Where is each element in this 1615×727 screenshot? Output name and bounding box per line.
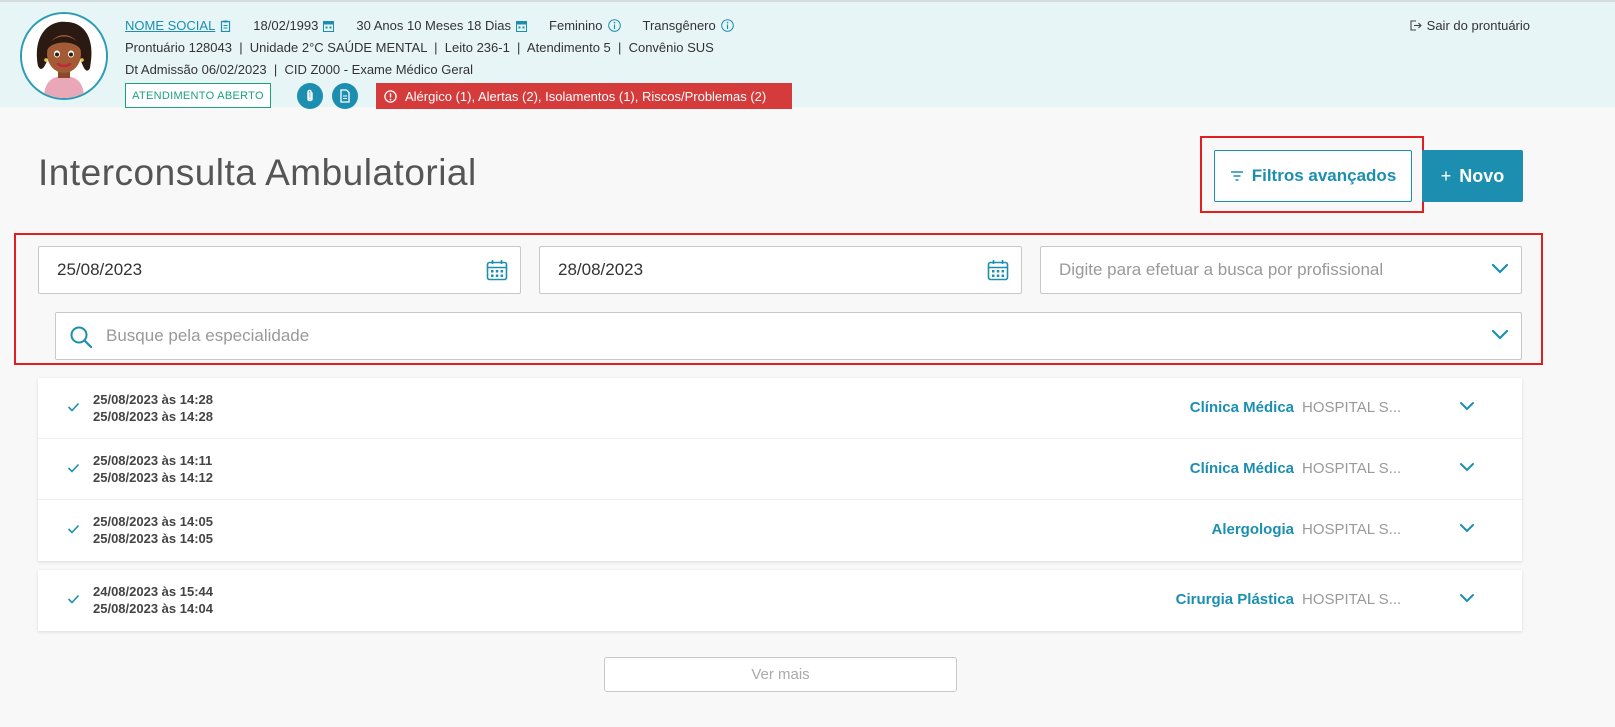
start-datetime: 24/08/2023 às 15:44 <box>93 584 213 599</box>
logout-icon <box>1410 20 1422 31</box>
calendar-icon <box>323 20 335 32</box>
specialty-label: Cirurgia Plástica <box>1175 591 1294 608</box>
calendar-icon[interactable] <box>486 259 508 281</box>
specialty-label: Clínica Médica <box>1189 460 1294 477</box>
calendar-icon[interactable] <box>987 259 1009 281</box>
list-item[interactable]: 25/08/2023 às 14:05 25/08/2023 às 14:05 A… <box>38 500 1522 561</box>
start-date-value: 25/08/2023 <box>57 260 143 279</box>
chevron-down-icon[interactable] <box>1491 329 1509 341</box>
hospital-label: HOSPITAL S... <box>1302 521 1402 538</box>
start-datetime: 25/08/2023 às 14:05 <box>93 514 213 529</box>
new-label: Novo <box>1459 165 1505 186</box>
end-datetime: 25/08/2023 às 14:05 <box>93 531 213 546</box>
professional-select[interactable]: Digite para efetuar a busca por profissi… <box>1040 246 1522 294</box>
patient-avatar <box>20 12 108 100</box>
attachment-button[interactable] <box>297 83 323 109</box>
patient-gender: Transgênero <box>642 18 716 33</box>
patient-record-info: Prontuário 128043 | Unidade 2°C SAÚDE ME… <box>125 40 714 55</box>
patient-admission-info: Dt Admissão 06/02/2023 | CID Z000 - Exam… <box>125 62 474 77</box>
hospital-label: HOSPITAL S... <box>1302 460 1402 477</box>
specialty-placeholder: Busque pela especialidade <box>106 326 310 345</box>
list-item[interactable]: 25/08/2023 às 14:11 25/08/2023 às 14:12 C… <box>38 439 1522 500</box>
plus-icon: + <box>1440 165 1452 186</box>
end-datetime: 25/08/2023 às 14:04 <box>93 601 213 616</box>
document-icon <box>340 89 350 103</box>
search-icon <box>70 326 93 349</box>
page-title: Interconsulta Ambulatorial <box>38 152 477 193</box>
alert-icon <box>384 89 397 103</box>
social-name-link[interactable]: NOME SOCIAL <box>125 18 215 33</box>
start-datetime: 25/08/2023 às 14:11 <box>93 453 213 468</box>
start-datetime: 25/08/2023 às 14:28 <box>93 392 213 407</box>
filter-icon <box>1230 171 1243 181</box>
paperclip-icon <box>307 89 313 102</box>
consult-list: 25/08/2023 às 14:28 25/08/2023 às 14:28 C… <box>38 378 1522 561</box>
patient-age: 30 Anos 10 Meses 18 Dias <box>356 18 512 33</box>
new-button[interactable]: + Novo <box>1422 150 1523 202</box>
status-badge: ATENDIMENTO ABERTO <box>125 83 271 108</box>
info-icon[interactable] <box>720 19 734 32</box>
specialty-label: Clínica Médica <box>1189 399 1294 416</box>
alerts-text: Alérgico (1), Alertas (2), Isolamentos (… <box>405 88 767 104</box>
info-icon[interactable] <box>607 19 621 32</box>
end-date-field[interactable]: 28/08/2023 <box>539 246 1022 294</box>
patient-sex: Feminino <box>549 18 603 33</box>
end-datetime: 25/08/2023 às 14:12 <box>93 470 213 485</box>
list-item[interactable]: 25/08/2023 às 14:28 25/08/2023 às 14:28 C… <box>38 378 1522 439</box>
start-date-field[interactable]: 25/08/2023 <box>38 246 521 294</box>
check-icon <box>67 524 80 534</box>
patient-info-row: NOME SOCIAL 18/02/1993 30 Anos 10 Meses … <box>125 18 756 33</box>
check-icon <box>67 463 80 473</box>
chevron-down-icon[interactable] <box>1459 400 1475 412</box>
clipboard-icon[interactable] <box>220 20 231 32</box>
list-item[interactable]: 24/08/2023 às 15:44 25/08/2023 às 14:04 C… <box>38 570 1522 631</box>
specialty-label: Alergologia <box>1211 521 1294 538</box>
load-more-button[interactable]: Ver mais <box>604 657 957 692</box>
professional-placeholder: Digite para efetuar a busca por profissi… <box>1059 260 1384 279</box>
alerts-bar[interactable]: Alérgico (1), Alertas (2), Isolamentos (… <box>376 83 792 109</box>
end-datetime: 25/08/2023 às 14:28 <box>93 409 213 424</box>
chevron-down-icon[interactable] <box>1459 522 1475 534</box>
advanced-filters-label: Filtros avançados <box>1251 166 1397 185</box>
check-icon <box>67 594 80 604</box>
calendar-icon <box>516 20 528 32</box>
advanced-filters-button[interactable]: Filtros avançados <box>1214 150 1412 202</box>
logout-link[interactable]: Sair do prontuário <box>1410 18 1530 33</box>
chevron-down-icon[interactable] <box>1459 461 1475 473</box>
end-date-value: 28/08/2023 <box>558 260 644 279</box>
chevron-down-icon[interactable] <box>1459 592 1475 604</box>
logout-label: Sair do prontuário <box>1426 18 1530 33</box>
hospital-label: HOSPITAL S... <box>1302 399 1402 416</box>
hospital-label: HOSPITAL S... <box>1302 591 1402 608</box>
chevron-down-icon[interactable] <box>1491 263 1509 275</box>
specialty-search-input[interactable]: Busque pela especialidade <box>55 312 1522 360</box>
consult-list: 24/08/2023 às 15:44 25/08/2023 às 14:04 C… <box>38 570 1522 631</box>
patient-header: NOME SOCIAL 18/02/1993 30 Anos 10 Meses … <box>0 0 1615 109</box>
check-icon <box>67 402 80 412</box>
birth-date: 18/02/1993 <box>253 18 319 33</box>
document-button[interactable] <box>332 83 358 109</box>
